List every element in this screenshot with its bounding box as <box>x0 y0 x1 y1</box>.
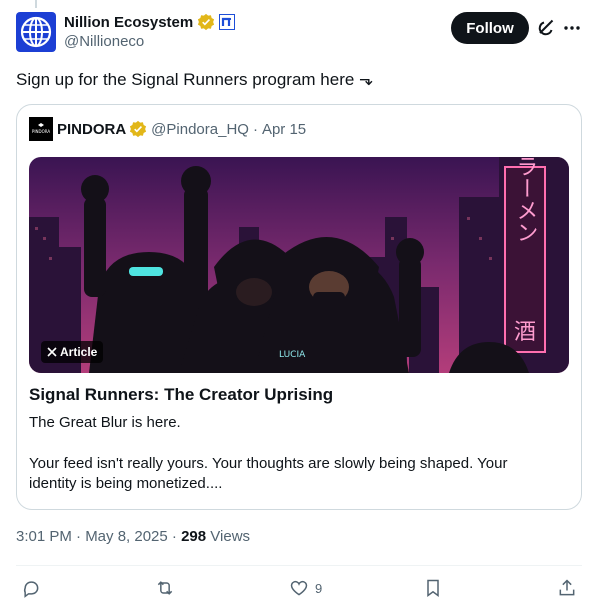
separator-dot: · <box>252 120 258 138</box>
post-text: Sign up for the Signal Runners program h… <box>16 70 374 89</box>
bookmark-icon <box>427 579 439 597</box>
follow-button[interactable]: Follow <box>451 12 529 44</box>
like-count: 9 <box>315 580 323 596</box>
quoted-author-name[interactable]: PINDORA <box>57 121 126 138</box>
neon-sign-text: ラーメン <box>513 157 538 243</box>
jacket-lucia-text: LUCIA <box>279 350 306 360</box>
article-badge-label: Article <box>60 345 98 359</box>
share-icon <box>559 579 575 596</box>
avatar[interactable] <box>16 12 56 52</box>
article-badge: Article <box>41 341 104 363</box>
action-bar: 9 <box>16 576 582 604</box>
repost-button[interactable] <box>155 578 181 598</box>
quoted-avatar[interactable]: PINDORA <box>29 117 53 141</box>
article-subtitle: The Great Blur is here. <box>29 414 181 431</box>
more-icon[interactable] <box>562 18 582 38</box>
quoted-post-header: PINDORA PINDORA @Pindora_HQ · Apr 15 <box>29 117 306 141</box>
post-timestamp[interactable]: 3:01 PM · May 8, 2025 <box>16 528 168 545</box>
gold-verified-icon <box>198 13 215 31</box>
grok-icon[interactable] <box>536 18 556 38</box>
article-excerpt: Your feed isn't really yours. Your thoug… <box>29 455 508 492</box>
heart-icon <box>290 580 308 596</box>
divider <box>16 565 582 566</box>
bookmark-button[interactable] <box>423 578 449 598</box>
author-name[interactable]: Nillion Ecosystem <box>64 14 193 31</box>
quoted-author-handle[interactable]: @Pindora_HQ <box>151 121 249 138</box>
gold-verified-icon <box>130 120 147 138</box>
post-header: Nillion Ecosystem @Nillioneco Follow <box>16 12 582 54</box>
x-logo-icon <box>47 347 57 357</box>
author-block: Nillion Ecosystem @Nillioneco <box>64 12 236 50</box>
reply-button[interactable] <box>21 578 47 598</box>
repost-icon <box>157 581 173 595</box>
post-metadata: 3:01 PM · May 8, 2025 · 298 Views <box>16 528 250 545</box>
quoted-post-date[interactable]: Apr 15 <box>262 121 306 138</box>
article-title[interactable]: Signal Runners: The Creator Uprising <box>29 385 333 405</box>
svg-text:PINDORA: PINDORA <box>32 129 50 134</box>
article-cover-image[interactable]: ラーメン 酒 LUCIA Article <box>29 157 569 373</box>
views-label: Views <box>210 528 251 545</box>
thread-connector-line <box>35 0 37 8</box>
author-handle[interactable]: @Nillioneco <box>64 33 235 50</box>
affiliate-badge-icon[interactable] <box>219 14 236 30</box>
like-button[interactable]: 9 <box>289 578 322 598</box>
neon-sign-text-2: 酒 <box>514 320 536 345</box>
separator-dot: · <box>171 528 182 545</box>
reply-icon <box>23 581 39 598</box>
share-button[interactable] <box>557 578 577 598</box>
views-count: 298 <box>181 528 207 545</box>
quoted-post-card[interactable]: PINDORA PINDORA @Pindora_HQ · Apr 15 ラーメ… <box>16 104 582 510</box>
